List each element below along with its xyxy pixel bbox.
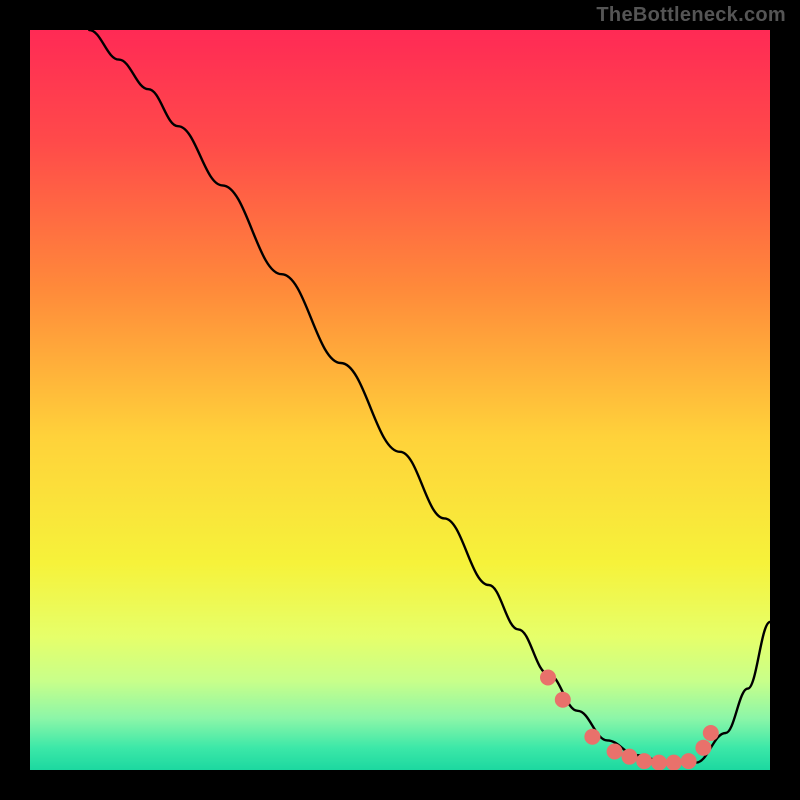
watermark-text: TheBottleneck.com — [596, 4, 786, 27]
data-marker — [540, 670, 556, 686]
plot-area — [30, 30, 770, 770]
data-marker — [636, 753, 652, 769]
data-marker — [621, 749, 637, 765]
data-marker — [703, 725, 719, 741]
chart-svg — [30, 30, 770, 770]
data-marker — [695, 740, 711, 756]
data-marker — [555, 692, 571, 708]
chart-frame: TheBottleneck.com — [0, 0, 800, 800]
data-marker — [584, 729, 600, 745]
data-marker — [651, 755, 667, 770]
data-marker — [607, 744, 623, 760]
data-marker — [681, 753, 697, 769]
data-marker — [666, 755, 682, 770]
gradient-background — [30, 30, 770, 770]
